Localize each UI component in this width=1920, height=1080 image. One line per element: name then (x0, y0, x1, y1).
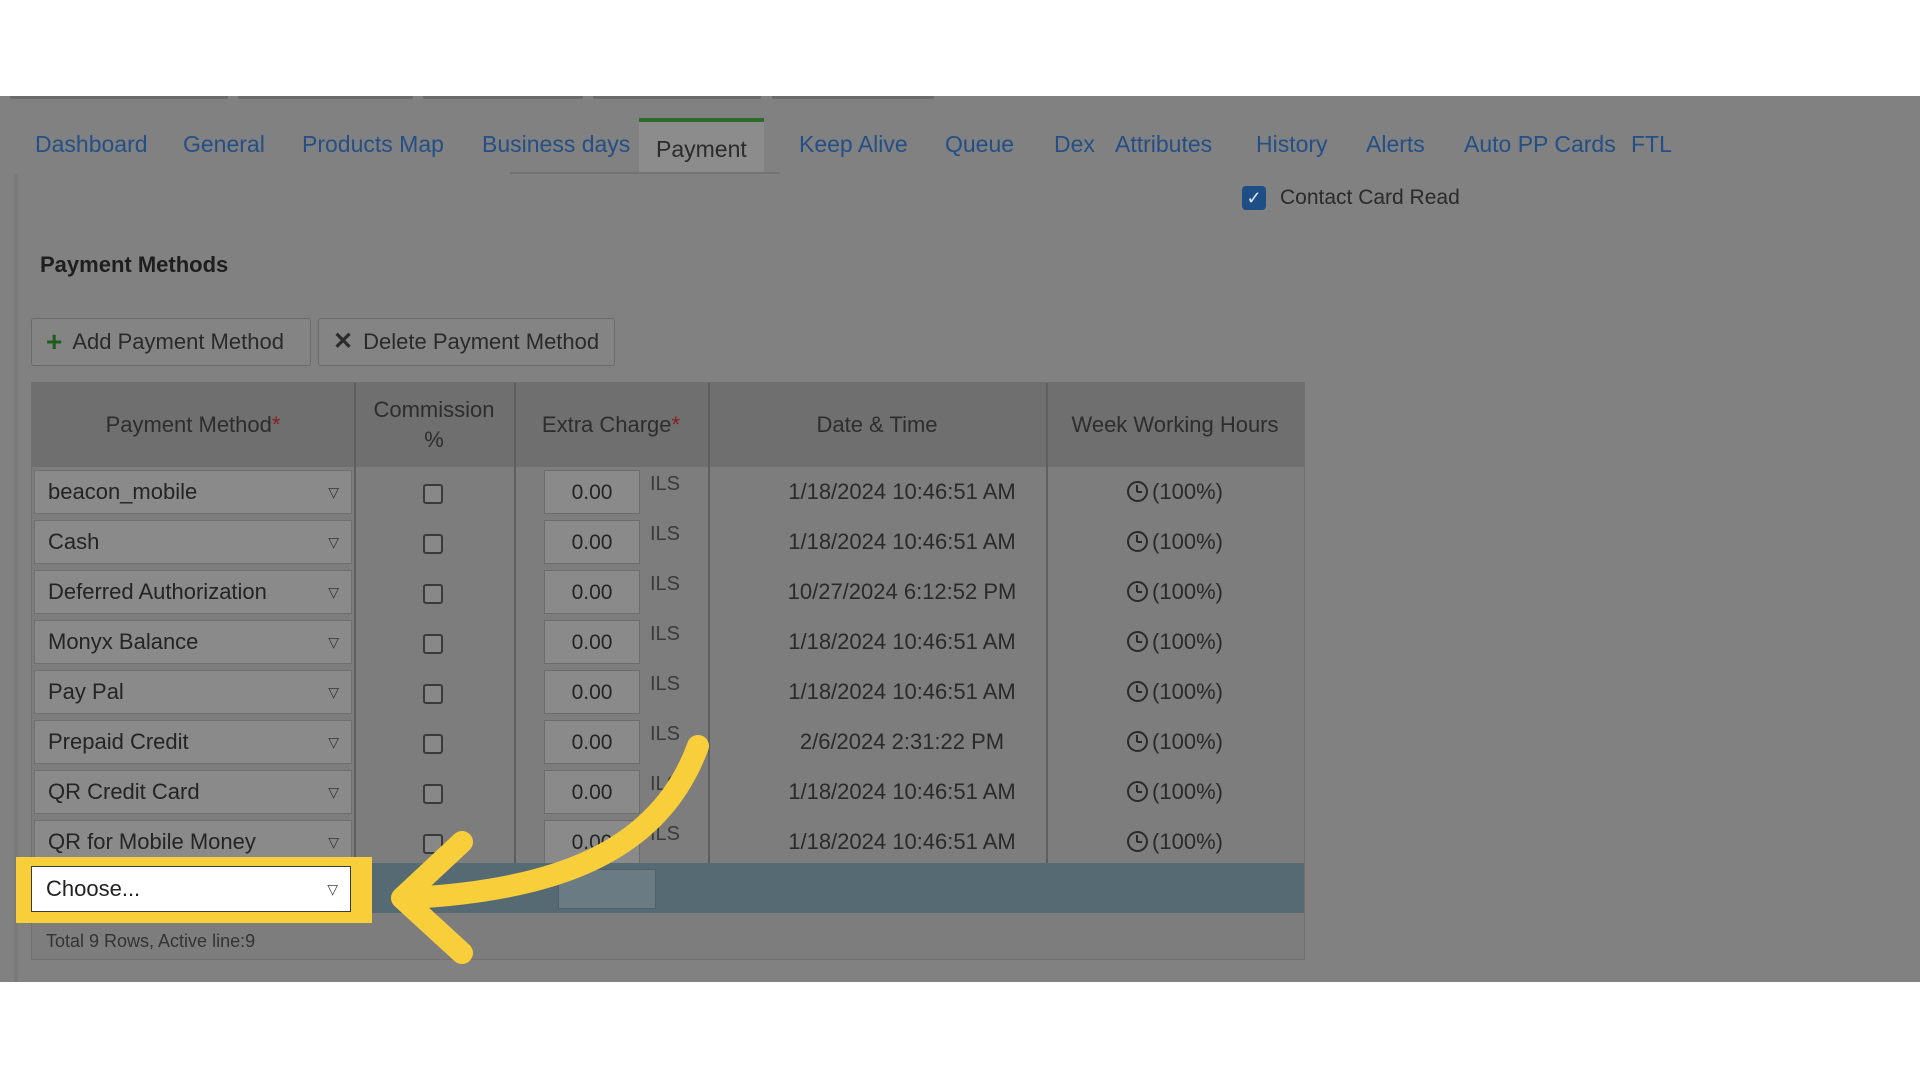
annotation-arrow-icon (391, 735, 709, 964)
